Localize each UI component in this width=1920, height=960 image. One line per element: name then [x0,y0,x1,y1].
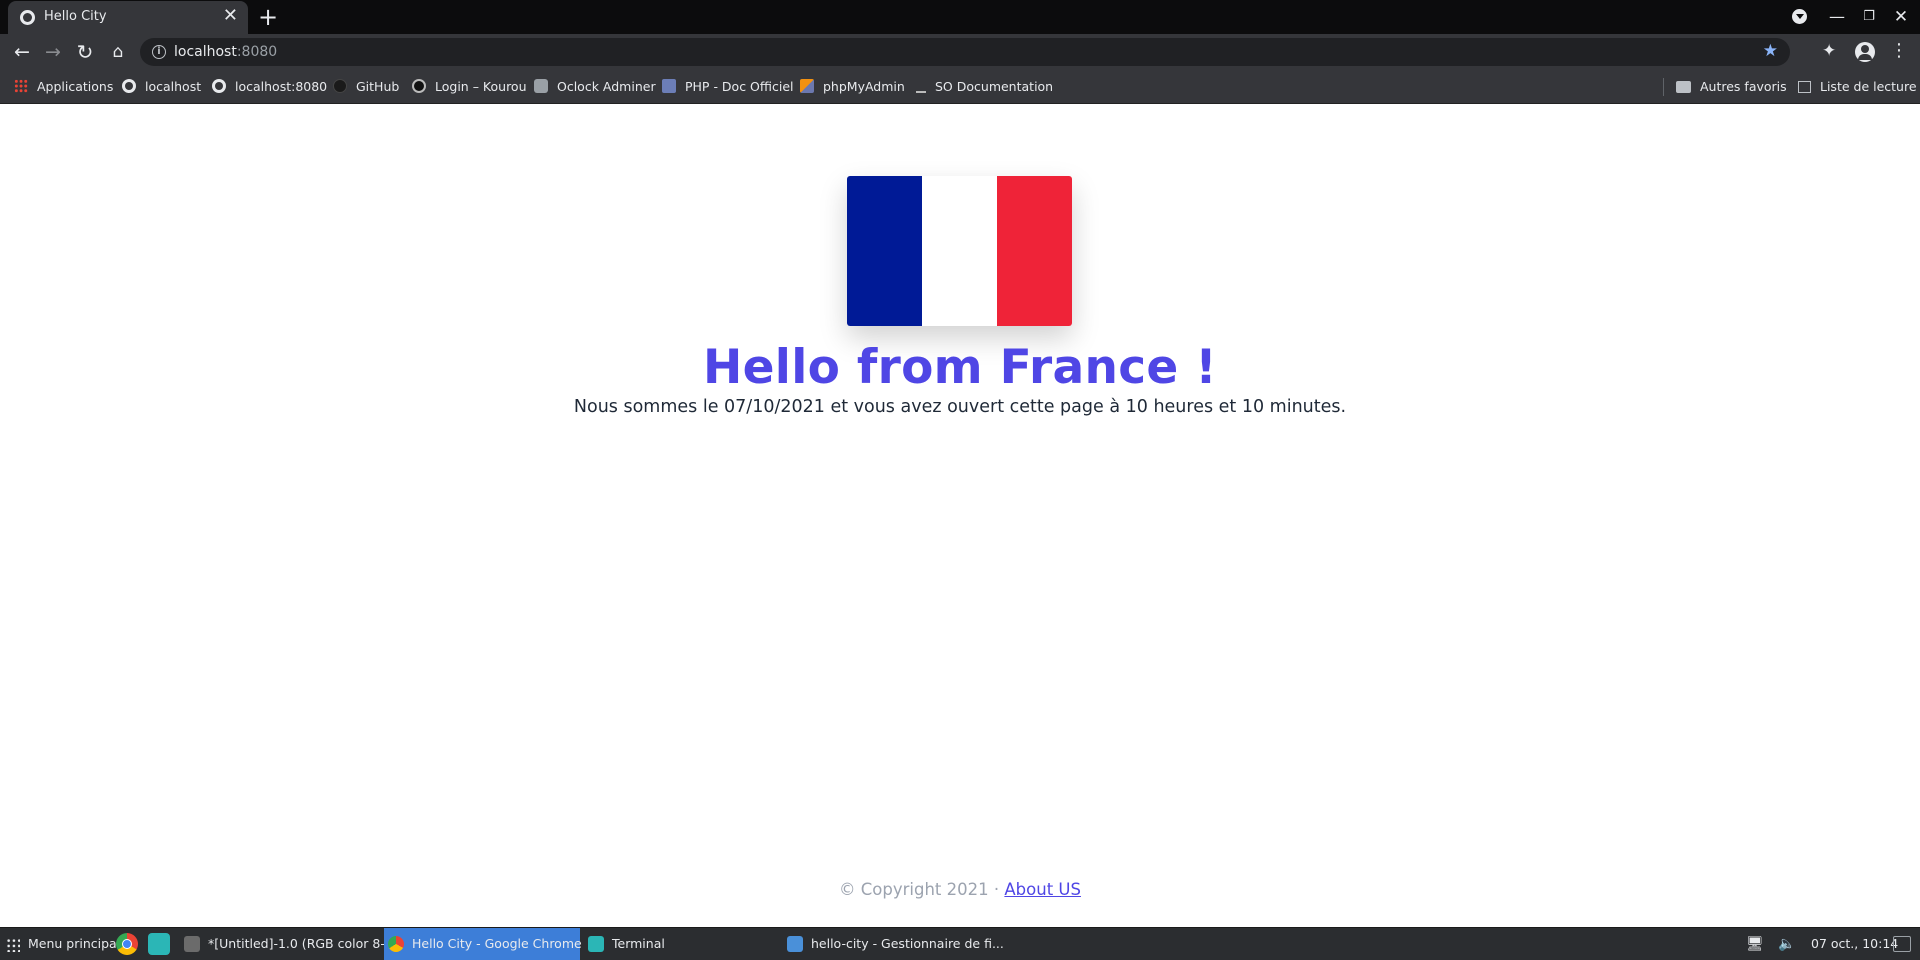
extensions-icon[interactable]: ✦ [1822,41,1836,61]
terminal-icon [588,936,604,952]
bookmark-separator [1663,78,1664,96]
forward-button[interactable]: → [40,39,66,65]
bookmarks-bar: Applications localhost localhost:8080 Gi… [0,70,1920,104]
tab-hello-city[interactable]: Hello City ✕ [8,1,248,34]
chrome-icon [116,933,138,955]
bookmark-kourou[interactable]: Login – Kourou [412,77,527,97]
adminer-icon [534,79,548,93]
bookmark-github[interactable]: GitHub [333,77,399,97]
site-info-icon[interactable]: i [152,45,166,59]
stackoverflow-icon [916,79,926,93]
minimize-button[interactable]: — [1827,7,1847,27]
bookmark-label: SO Documentation [935,79,1054,94]
globe-icon [122,79,136,93]
apps-grid-icon [6,938,20,952]
taskbar-window-chrome[interactable]: Hello City - Google Chrome [384,928,582,960]
flag-band-white [922,176,997,326]
profile-menu-button[interactable] [1789,7,1809,27]
bookmark-label: localhost [145,79,202,94]
chevron-down-icon [1791,9,1807,24]
bookmark-reading-list[interactable]: Liste de lecture [1798,77,1917,97]
bookmark-label: Oclock Adminer [557,79,656,94]
bookmark-so-documentation[interactable]: SO Documentation [916,77,1053,97]
taskbar-window-gimp[interactable]: *[Untitled]-1.0 (RGB color 8-... [184,928,397,960]
france-flag-image [847,176,1072,326]
github-icon [333,79,347,93]
kourou-icon [412,79,426,93]
folder-icon [1676,81,1691,93]
bookmark-label: GitHub [356,79,400,94]
url-port: :8080 [236,44,278,60]
page-content: Hello from France ! Nous sommes le 07/10… [0,105,1920,927]
address-url[interactable]: localhost:8080 [174,44,277,60]
chrome-launcher[interactable] [116,928,140,960]
terminal-icon [148,933,170,955]
page-footer: © Copyright 2021 · About US [0,880,1920,899]
bookmark-label: PHP - Doc Officiel [685,79,794,94]
gimp-icon [184,936,200,952]
bookmark-label: phpMyAdmin [823,79,905,94]
os-taskbar: Menu principal *[Untitled]-1.0 (RGB colo… [0,927,1920,960]
date-message: Nous sommes le 07/10/2021 et vous avez o… [573,397,1347,417]
new-tab-button[interactable]: + [258,3,278,31]
address-bar[interactable]: i localhost:8080 ★ [140,38,1790,66]
about-us-link[interactable]: About US [1004,880,1081,899]
globe-icon [212,79,226,93]
copyright-text: © Copyright 2021 · [839,880,1005,899]
bookmark-star-icon[interactable]: ★ [1763,41,1778,61]
clock[interactable]: 07 oct., 10:14 [1811,928,1898,960]
bookmark-label: Login – Kourou [435,79,527,94]
taskbar-window-label: *[Untitled]-1.0 (RGB color 8-... [208,936,397,951]
main-menu-button[interactable]: Menu principal [6,928,120,960]
taskbar-window-label: Hello City - Google Chrome [412,936,582,951]
phpmyadmin-icon [800,79,814,93]
bookmark-adminer[interactable]: Oclock Adminer [534,77,656,97]
home-button[interactable]: ⌂ [105,39,131,65]
maximize-button[interactable]: ❐ [1859,7,1879,27]
bookmark-label: localhost:8080 [235,79,328,94]
browser-menu-icon[interactable]: ⋮ [1890,40,1908,61]
volume-icon[interactable]: 🔈 [1778,936,1795,952]
profile-avatar-icon[interactable] [1855,42,1875,62]
url-host: localhost [174,44,237,60]
taskbar-window-label: hello-city - Gestionnaire de fi... [811,936,1004,951]
php-icon [662,79,676,93]
show-desktop-icon[interactable] [1893,936,1911,952]
folder-icon [787,936,803,952]
tab-title: Hello City [44,9,107,24]
reload-button[interactable]: ↻ [72,39,98,65]
flag-band-red [997,176,1072,326]
terminal-launcher[interactable] [148,928,172,960]
close-tab-icon[interactable]: ✕ [223,6,238,26]
chrome-icon [388,936,404,952]
flag-band-blue [847,176,922,326]
tab-strip: Hello City ✕ + — ❐ ✕ [0,0,1920,34]
globe-icon [20,10,35,25]
bookmark-applications[interactable]: Applications [14,77,113,97]
bookmark-localhost[interactable]: localhost [122,77,201,97]
page-title: Hello from France ! [702,340,1218,395]
bookmark-phpmyadmin[interactable]: phpMyAdmin [800,77,905,97]
back-button[interactable]: ← [9,39,35,65]
taskbar-window-files[interactable]: hello-city - Gestionnaire de fi... [787,928,1004,960]
taskbar-window-label: Terminal [612,936,665,951]
bookmark-label: Liste de lecture [1820,79,1917,94]
main-menu-label: Menu principal [28,936,121,951]
bookmark-localhost-8080[interactable]: localhost:8080 [212,77,327,97]
bookmark-php-doc[interactable]: PHP - Doc Officiel [662,77,793,97]
apps-grid-icon [14,79,28,93]
network-icon[interactable]: 🖥 [1746,936,1764,952]
bookmark-other-favorites[interactable]: Autres favoris [1676,77,1787,97]
bookmark-label: Applications [37,79,114,94]
taskbar-window-terminal[interactable]: Terminal [588,928,665,960]
close-window-button[interactable]: ✕ [1891,7,1911,27]
browser-toolbar: ← → ↻ ⌂ i localhost:8080 ★ ✦ ⋮ [0,34,1920,70]
reading-list-icon [1798,81,1811,93]
bookmark-label: Autres favoris [1700,79,1787,94]
